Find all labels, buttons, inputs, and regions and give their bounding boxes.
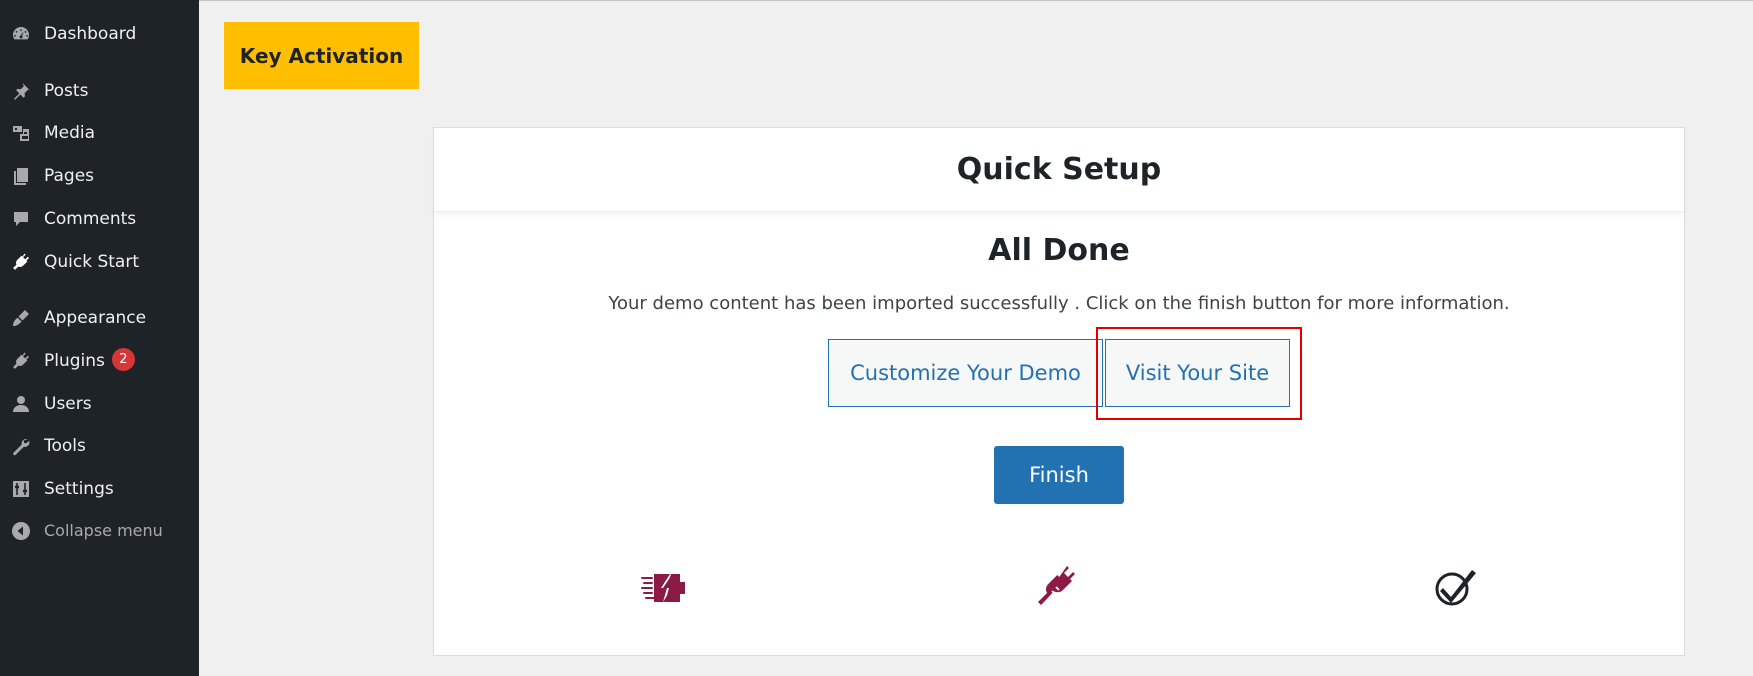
sidebar-item-label: Appearance <box>44 308 147 328</box>
sidebar-item-label: Plugins 2 <box>44 343 135 379</box>
sidebar-item-label: Dashboard <box>44 24 137 44</box>
plug-icon <box>1036 564 1086 610</box>
sidebar-item-quick-start[interactable]: Quick Start <box>0 244 199 280</box>
settings-icon <box>10 479 32 499</box>
collapse-arrow-icon <box>10 521 32 541</box>
battery-charge-icon <box>640 564 690 610</box>
finish-button[interactable]: Finish <box>994 446 1124 504</box>
sidebar-item-text: Plugins <box>44 351 105 371</box>
admin-sidebar: Dashboard Posts Media Pages Comments Qui… <box>0 0 199 676</box>
paintbrush-icon <box>10 308 32 328</box>
customize-demo-button[interactable]: Customize Your Demo <box>828 339 1103 407</box>
wp-admin-screen: Dashboard Posts Media Pages Comments Qui… <box>0 0 1753 676</box>
sidebar-item-pages[interactable]: Pages <box>0 158 199 194</box>
sidebar-item-label: Settings <box>44 479 114 499</box>
sidebar-item-label: Tools <box>44 436 86 456</box>
pin-icon <box>10 81 32 101</box>
collapse-menu-label: Collapse menu <box>44 521 163 540</box>
sidebar-item-settings[interactable]: Settings <box>0 471 199 507</box>
visit-site-button[interactable]: Visit Your Site <box>1105 339 1290 407</box>
sidebar-item-dashboard[interactable]: Dashboard <box>0 16 199 52</box>
media-icon <box>10 123 32 143</box>
all-done-heading: All Done <box>988 233 1130 268</box>
sidebar-item-label: Pages <box>44 166 95 186</box>
sidebar-item-media[interactable]: Media <box>0 115 199 151</box>
plugin-update-badge: 2 <box>111 347 135 371</box>
sidebar-item-label: Media <box>44 123 96 143</box>
sidebar-item-comments[interactable]: Comments <box>0 201 199 237</box>
comment-icon <box>10 209 32 229</box>
sidebar-item-label: Posts <box>44 81 89 101</box>
checkmark-icon <box>1430 564 1480 610</box>
sidebar-item-posts[interactable]: Posts <box>0 73 199 109</box>
sidebar-item-label: Comments <box>44 209 137 229</box>
sidebar-item-users[interactable]: Users <box>0 386 199 422</box>
collapse-menu-button[interactable]: Collapse menu <box>0 513 199 549</box>
sidebar-item-appearance[interactable]: Appearance <box>0 300 199 336</box>
user-icon <box>10 394 32 414</box>
sidebar-item-plugins[interactable]: Plugins 2 <box>0 343 199 379</box>
import-success-message: Your demo content has been imported succ… <box>608 293 1510 314</box>
page-title: Quick Setup <box>956 152 1162 187</box>
sidebar-item-label: Users <box>44 394 92 414</box>
sidebar-item-label: Quick Start <box>44 252 140 272</box>
key-activation-tab[interactable]: Key Activation <box>224 22 419 89</box>
card-header: Quick Setup <box>434 128 1684 212</box>
quick-setup-card: Quick Setup All Done Your demo content h… <box>433 127 1685 656</box>
admin-bar-divider <box>199 0 1753 1</box>
sidebar-item-tools[interactable]: Tools <box>0 428 199 464</box>
wrench-icon <box>10 436 32 456</box>
pages-icon <box>10 166 32 186</box>
plugin-plug-icon <box>10 252 32 272</box>
dashboard-icon <box>10 24 32 44</box>
plugin-icon <box>10 351 32 371</box>
